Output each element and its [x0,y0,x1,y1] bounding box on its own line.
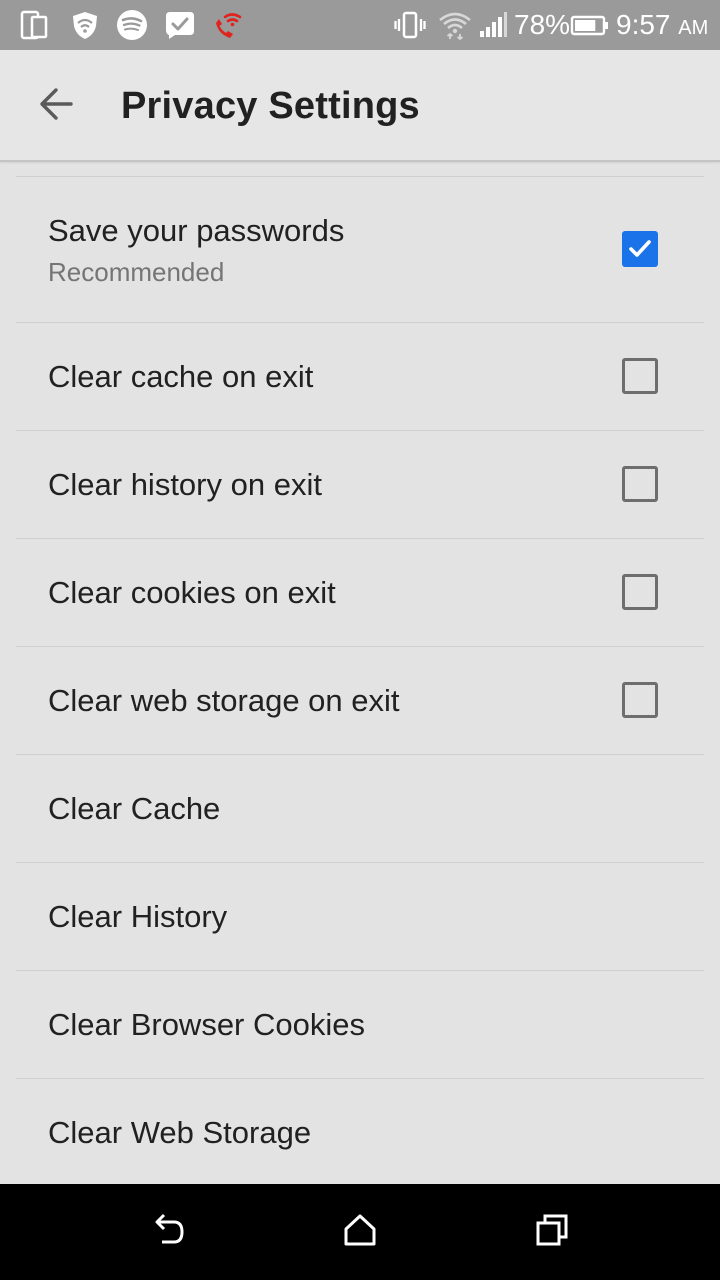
clear-web-storage-on-exit-checkbox[interactable] [622,682,658,718]
save-passwords-title: Save your passwords [48,213,345,248]
page-title: Privacy Settings [121,85,420,127]
clock: 9:57 AM [616,9,708,41]
check-chat-icon [163,9,197,41]
clear-cache-on-exit-title: Clear cache on exit [48,359,314,394]
clear-browser-cookies-row[interactable]: Clear Browser Cookies [16,971,704,1079]
nav-recents-button[interactable] [524,1204,580,1260]
clear-cache-row[interactable]: Clear Cache [16,755,704,863]
clear-web-storage-on-exit-title: Clear web storage on exit [48,683,400,718]
navigation-bar [0,1184,720,1280]
arrow-back-icon [38,86,74,127]
back-nav-icon [148,1210,188,1255]
clear-cache-title: Clear Cache [48,791,221,826]
clear-web-storage-title: Clear Web Storage [48,1115,312,1150]
clear-browser-cookies-title: Clear Browser Cookies [48,1007,365,1042]
save-passwords-checkbox[interactable] [622,231,658,267]
clear-cache-on-exit-checkbox[interactable] [622,358,658,394]
clear-history-on-exit-title: Clear history on exit [48,467,322,502]
wifi-call-icon [210,9,244,41]
clear-cookies-on-exit-title: Clear cookies on exit [48,575,336,610]
clock-ampm: AM [678,17,709,39]
home-nav-icon [340,1210,380,1255]
save-passwords-subtitle: Recommended [48,257,225,287]
battery-percent: 78% [514,9,571,40]
shield-wifi-icon [70,9,100,41]
clear-cookies-on-exit-checkbox[interactable] [622,574,658,610]
clear-history-row[interactable]: Clear History [16,863,704,971]
spotify-icon [116,9,148,41]
clear-web-storage-on-exit-row[interactable]: Clear web storage on exit [16,647,704,755]
clear-history-title: Clear History [48,899,228,934]
save-passwords-row[interactable]: Save your passwords Recommended [16,177,704,323]
status-bar: 78% 9:57 AM [0,0,720,50]
clear-history-on-exit-row[interactable]: Clear history on exit [16,431,704,539]
battery-icon [570,9,610,41]
app-bar: Privacy Settings [0,50,720,162]
dual-screen-icon [20,9,50,41]
settings-list: Save your passwords Recommended Clear ca… [0,164,720,1184]
clear-cache-on-exit-row[interactable]: Clear cache on exit [16,323,704,431]
clear-web-storage-row[interactable]: Clear Web Storage [16,1079,704,1184]
nav-home-button[interactable] [332,1204,388,1260]
back-button[interactable] [28,78,84,134]
recents-nav-icon [532,1210,572,1255]
nav-back-button[interactable] [140,1204,196,1260]
cell-signal-icon [478,9,508,41]
wifi-icon [438,9,472,41]
clear-history-on-exit-checkbox[interactable] [622,466,658,502]
checkmark-icon [629,240,651,257]
clock-time: 9:57 [616,9,671,40]
clear-cookies-on-exit-row[interactable]: Clear cookies on exit [16,539,704,647]
vibrate-icon [394,9,426,41]
